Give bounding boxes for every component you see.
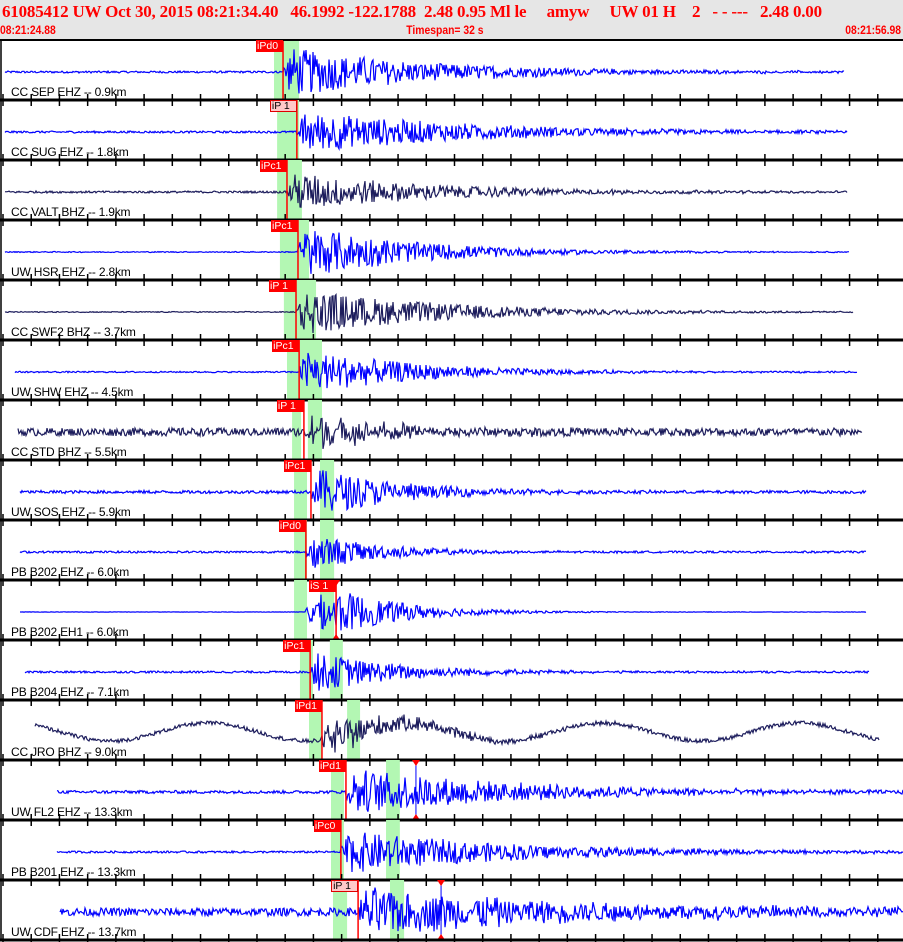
phase-pick-label[interactable]: iPc1 bbox=[283, 640, 311, 652]
pick-window bbox=[294, 580, 308, 640]
station-label: CC SWF2 BHZ -- 3.7km bbox=[11, 325, 136, 339]
phase-pick-label[interactable]: iPd1 bbox=[318, 760, 346, 772]
start-time: 08:21:24.88 bbox=[0, 25, 56, 37]
phase-pick-label[interactable]: iP 1 bbox=[269, 100, 297, 112]
trace-panel[interactable]: iPd0 CC SEP EHZ -- 0.9km bbox=[0, 39, 903, 106]
station-label: CC VALT BHZ -- 1.9km bbox=[11, 205, 131, 219]
phase-pick-label[interactable]: iPc1 bbox=[259, 160, 287, 172]
trace-panel[interactable]: iS 1 PB B202 EH1 -- 6.0km bbox=[0, 580, 903, 646]
waveform bbox=[20, 593, 867, 631]
trace-canvas bbox=[0, 520, 903, 586]
trace-panel[interactable]: iPc1 UW SHW EHZ -- 4.5km bbox=[0, 340, 903, 406]
waveform bbox=[4, 114, 848, 152]
trace-canvas bbox=[0, 580, 903, 646]
trace-panel[interactable]: iPc1 UW SOS EHZ -- 5.9km bbox=[0, 460, 903, 526]
phase-pick-label[interactable]: iPc0 bbox=[313, 820, 341, 832]
trace-canvas bbox=[0, 100, 903, 166]
phase-pick-label[interactable]: iPc1 bbox=[283, 460, 311, 472]
waveform bbox=[56, 832, 903, 873]
station-label: CC SUG EHZ -- 1.8km bbox=[11, 145, 129, 159]
trace-canvas bbox=[0, 160, 903, 226]
station-label: PB B201 EHZ -- 13.3km bbox=[11, 865, 136, 879]
waveform bbox=[34, 714, 880, 753]
trace-canvas bbox=[0, 760, 903, 826]
trace-canvas bbox=[0, 220, 903, 286]
trace-canvas bbox=[0, 460, 903, 526]
trace-panel[interactable]: iPc1 CC VALT BHZ -- 1.9km bbox=[0, 160, 903, 226]
trace-panel[interactable]: iPd1 CC JRO BHZ -- 9.0km bbox=[0, 700, 903, 766]
station-label: CC STD BHZ -- 5.5km bbox=[11, 445, 127, 459]
trace-panel[interactable]: iP 1 UW CDF EHZ -- 13.7km bbox=[0, 880, 903, 942]
trace-panel[interactable]: iPc1 PB B204 EHZ -- 7.1km bbox=[0, 640, 903, 706]
waveform bbox=[19, 538, 867, 568]
trace-panel[interactable]: iPc1 UW HSR EHZ -- 2.8km bbox=[0, 220, 903, 286]
station-label: UW SHW EHZ -- 4.5km bbox=[11, 385, 134, 399]
trace-panel[interactable]: iPc0 PB B201 EHZ -- 13.3km bbox=[0, 820, 903, 886]
phase-pick-label[interactable]: iS 1 bbox=[309, 580, 337, 592]
phase-pick-label[interactable]: iPd0 bbox=[256, 40, 284, 52]
seismogram-panel-list: iPd0 CC SEP EHZ -- 0.9km iP 1 CC SUG EHZ --… bbox=[0, 39, 903, 942]
station-label: UW CDF EHZ -- 13.7km bbox=[11, 925, 137, 939]
station-label: UW HSR EHZ -- 2.8km bbox=[11, 265, 131, 279]
phase-pick-label[interactable]: iP 1 bbox=[331, 880, 359, 892]
trace-panel[interactable]: iP 1 CC SWF2 BHZ -- 3.7km bbox=[0, 280, 903, 346]
station-label: UW FL2 EHZ -- 13.3km bbox=[11, 805, 133, 819]
trace-canvas bbox=[0, 640, 903, 706]
event-header: 61085412 UW Oct 30, 2015 08:21:34.40 46.… bbox=[0, 0, 903, 40]
phase-pick-label[interactable]: iP 1 bbox=[276, 400, 304, 412]
trace-panel[interactable]: iP 1 CC STD BHZ -- 5.5km bbox=[0, 400, 903, 466]
station-label: PB B202 EHZ -- 6.0km bbox=[11, 565, 130, 579]
trace-canvas bbox=[0, 400, 903, 466]
phase-pick-label[interactable]: iPd1 bbox=[294, 700, 322, 712]
station-label: PB B202 EH1 -- 6.0km bbox=[11, 625, 129, 639]
timespan: Timespan= 32 s bbox=[406, 25, 484, 37]
waveform bbox=[4, 174, 848, 208]
waveform bbox=[4, 49, 845, 94]
waveform bbox=[17, 415, 863, 450]
station-label: CC SEP EHZ -- 0.9km bbox=[11, 85, 127, 99]
waveform bbox=[19, 470, 867, 512]
phase-pick-label[interactable]: iPd0 bbox=[278, 520, 306, 532]
station-label: PB B204 EHZ -- 7.1km bbox=[11, 685, 130, 699]
station-label: UW SOS EHZ -- 5.9km bbox=[11, 505, 131, 519]
trace-canvas bbox=[0, 700, 903, 766]
waveform bbox=[14, 352, 858, 389]
waveform bbox=[24, 653, 870, 691]
trace-panel[interactable]: iP 1 CC SUG EHZ -- 1.8km bbox=[0, 100, 903, 166]
phase-pick-label[interactable]: iPc1 bbox=[272, 340, 300, 352]
trace-canvas bbox=[0, 39, 903, 106]
phase-pick-label[interactable]: iP 1 bbox=[269, 280, 296, 292]
station-label: CC JRO BHZ -- 9.0km bbox=[11, 745, 127, 759]
end-time: 08:21:56.98 bbox=[845, 25, 901, 37]
waveform bbox=[59, 887, 903, 932]
trace-canvas bbox=[0, 340, 903, 406]
event-summary: 61085412 UW Oct 30, 2015 08:21:34.40 46.… bbox=[2, 2, 822, 21]
waveform bbox=[56, 770, 903, 812]
trace-panel[interactable]: iPd1 UW FL2 EHZ -- 13.3km bbox=[0, 760, 903, 826]
trace-panel[interactable]: iPd0 PB B202 EHZ -- 6.0km bbox=[0, 520, 903, 586]
s-pick-top-marker-icon bbox=[437, 880, 446, 886]
waveform bbox=[4, 231, 850, 274]
phase-pick-label[interactable]: iPc1 bbox=[270, 220, 298, 232]
s-pick-top-marker-icon bbox=[411, 760, 420, 766]
